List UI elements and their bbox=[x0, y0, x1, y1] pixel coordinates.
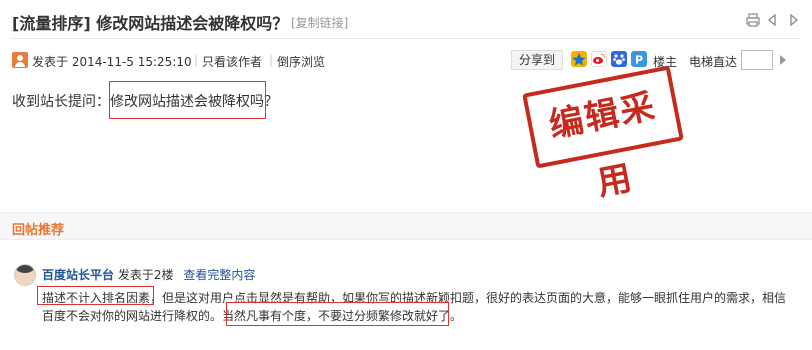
recommended-replies-bar: 回帖推荐 bbox=[0, 212, 812, 240]
copy-link[interactable]: [复制链接] bbox=[291, 14, 348, 31]
share-button[interactable]: 分享到 bbox=[511, 50, 563, 70]
view-full-content-link[interactable]: 查看完整内容 bbox=[183, 268, 255, 282]
reply-header: 百度站长平台 发表于2楼 查看完整内容 bbox=[42, 266, 255, 283]
title-toolbar bbox=[746, 12, 800, 27]
author-icon bbox=[12, 52, 28, 68]
recommended-replies-title: 回帖推荐 bbox=[12, 223, 65, 238]
weibo-icon[interactable] bbox=[591, 51, 607, 67]
prev-thread-icon[interactable] bbox=[766, 12, 780, 27]
thread-title: [流量排序] 修改网站描述会被降权吗？ bbox=[12, 14, 289, 33]
avatar[interactable] bbox=[14, 264, 36, 286]
reply-floor: 发表于2楼 bbox=[117, 268, 174, 282]
highlight-box bbox=[109, 81, 266, 119]
only-author-link[interactable]: 只看该作者 bbox=[202, 53, 262, 70]
highlight-box bbox=[226, 302, 449, 326]
thread-title-row: [流量排序] 修改网站描述会被降权吗？ [复制链接] bbox=[12, 10, 800, 33]
post-meta: 发表于 2014-11-5 15:25:10 | 只看该作者 | 倒序浏览 分享… bbox=[12, 50, 800, 70]
separator: | bbox=[269, 53, 274, 67]
reply-author-link[interactable]: 百度站长平台 bbox=[42, 268, 114, 282]
highlight-box bbox=[37, 286, 154, 305]
pengyou-icon[interactable]: P bbox=[631, 51, 647, 67]
title-divider bbox=[12, 38, 800, 39]
stamp-text: 编辑采用 bbox=[545, 86, 660, 204]
separator: | bbox=[194, 53, 199, 67]
share-icons: P bbox=[571, 51, 647, 67]
baidu-icon[interactable] bbox=[611, 51, 627, 67]
next-thread-icon[interactable] bbox=[786, 12, 800, 27]
editor-pick-stamp: 编辑采用 bbox=[522, 65, 684, 204]
reverse-order-link[interactable]: 倒序浏览 bbox=[277, 53, 325, 70]
print-icon[interactable] bbox=[746, 12, 760, 27]
elevator-label: 电梯直达 bbox=[689, 55, 738, 69]
qzone-icon[interactable] bbox=[571, 51, 587, 67]
elevator-input[interactable] bbox=[741, 50, 773, 70]
elevator-go-icon[interactable] bbox=[778, 54, 788, 66]
post-date: 发表于 2014-11-5 15:25:10 bbox=[32, 55, 192, 69]
svg-text:P: P bbox=[635, 54, 643, 67]
